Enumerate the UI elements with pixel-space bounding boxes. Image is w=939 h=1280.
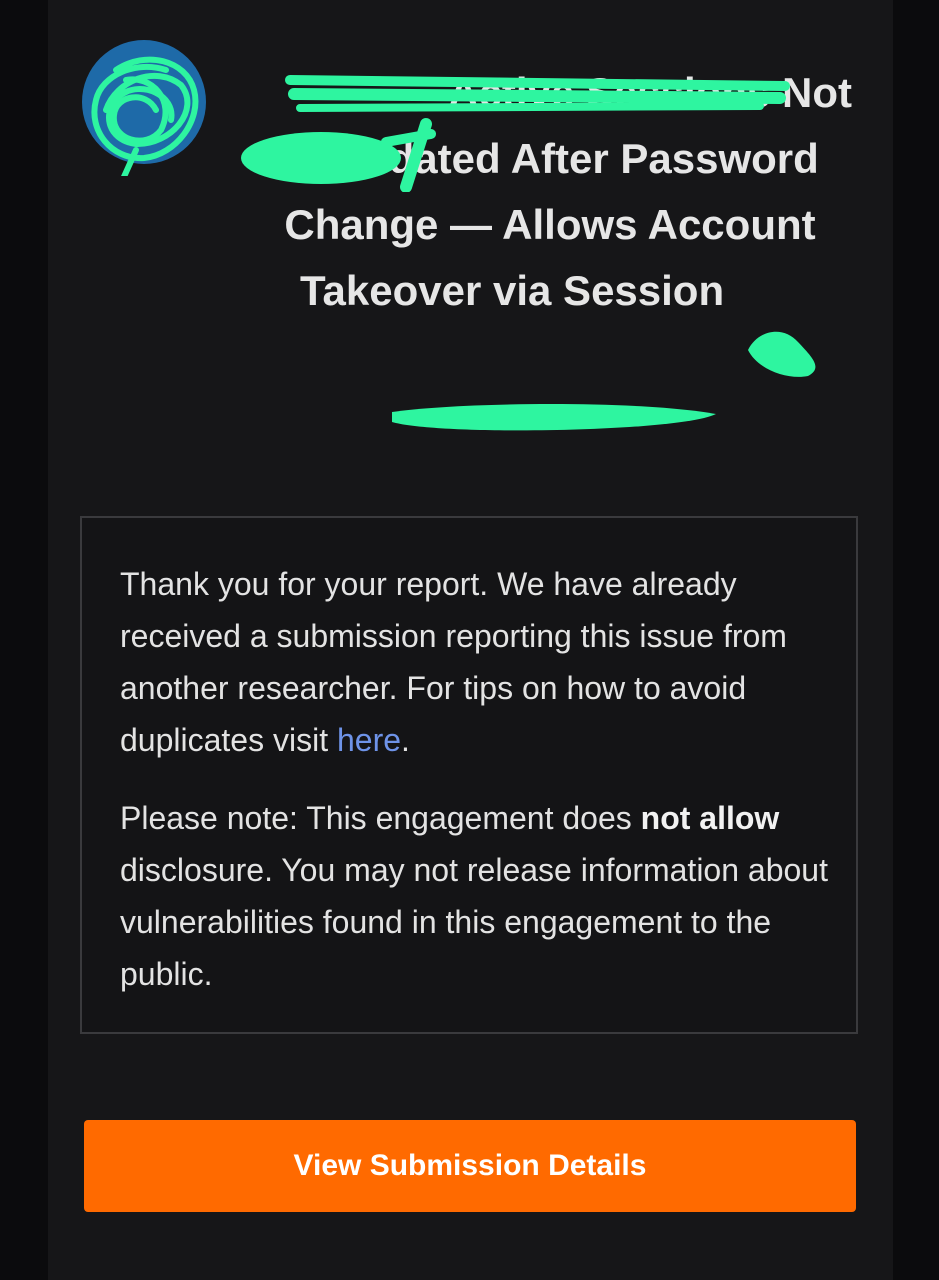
title-line-2: Invalidated After Password [281,135,819,182]
duplicate-message: Thank you for your report. We have alrea… [120,558,830,766]
report-title: Active Sessions Not Invalidated After Pa… [240,60,860,390]
disclosure-text-end: disclosure. You may not release informat… [120,852,828,992]
disclosure-note: Please note: This engagement does not al… [120,792,830,1000]
message-text: Thank you for your report. We have alrea… [120,566,787,758]
disclosure-text: Please note: This engagement does [120,800,641,836]
view-submission-details-button[interactable]: View Submission Details [84,1120,856,1212]
title-line-5 [240,324,860,390]
message-box: Thank you for your report. We have alrea… [80,516,858,1034]
message-period: . [401,722,410,758]
title-line-4: Takeover via Session [300,267,725,314]
program-avatar-icon [82,40,206,176]
disclosure-emphasis: not allow [640,800,780,836]
tips-link[interactable]: here [337,722,401,758]
title-line-1: Active Sessions Not [448,69,852,116]
title-line-3: Change — Allows Account [284,201,816,248]
